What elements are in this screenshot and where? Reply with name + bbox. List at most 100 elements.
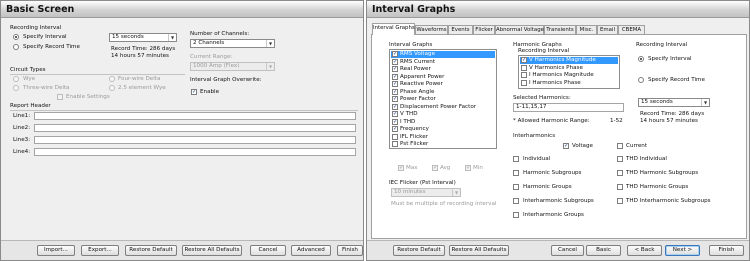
harmonic-list-item-checkbox[interactable]	[521, 79, 527, 86]
interharmonic-groups-label[interactable]: Interharmonic Groups	[523, 212, 584, 219]
chevron-down-icon[interactable]: ▼	[701, 99, 709, 106]
cancel-button[interactable]: Cancel	[551, 245, 584, 256]
restore-default-button[interactable]: Restore Default	[393, 245, 445, 256]
interharmonics-voltage-checkbox[interactable]: ✓	[563, 143, 569, 149]
graph-list-item-checkbox[interactable]: ✓	[392, 118, 398, 125]
tab-flicker[interactable]: Flicker	[473, 25, 495, 34]
tab-events[interactable]: Events	[448, 25, 473, 34]
graph-list-item-checkbox[interactable]: ✓	[392, 66, 398, 72]
interharmonic-subgroups-label[interactable]: Interharmonic Subgroups	[523, 198, 594, 205]
individual-checkbox[interactable]	[513, 156, 519, 162]
graph-list-item-checkbox[interactable]: ✓	[392, 73, 398, 80]
cancel-button[interactable]: Cancel	[250, 245, 286, 256]
restore-all-defaults-button[interactable]: Restore All Defaults	[449, 245, 509, 256]
thd-harmonic-subgroups-checkbox[interactable]	[617, 170, 623, 176]
harmonic-list-item[interactable]: I Harmonics Phase	[520, 79, 618, 87]
harmonic-groups-checkbox[interactable]	[513, 184, 519, 190]
graph-list-item-checkbox[interactable]: ✓	[392, 51, 398, 57]
advanced-button[interactable]: Advanced	[291, 245, 331, 256]
specify-interval-label[interactable]: Specify Interval	[23, 34, 67, 41]
graph-list-item[interactable]: ✓ RMS Voltage	[391, 51, 495, 58]
graph-list-item[interactable]: ✓ Frequency	[391, 126, 495, 133]
graph-list-item[interactable]: ✓ Power Factor	[391, 96, 495, 103]
graph-list-item[interactable]: ✓ Displacement Power Factor	[391, 103, 495, 111]
graph-list-item-checkbox[interactable]: ✓	[392, 58, 398, 65]
thd-harmonic-groups-label[interactable]: THD Harmonic Groups	[626, 184, 688, 191]
graph-list-item[interactable]: ✓ V THD	[391, 111, 495, 118]
harmonic-groups-label[interactable]: Harmonic Groups	[523, 184, 572, 191]
harmonic-list-item[interactable]: ✓ V Harmonics Magnitude	[520, 57, 618, 64]
graph-list-item[interactable]: ✓ I THD	[391, 118, 495, 126]
graph-list-item[interactable]: ✓ Apparent Power	[391, 73, 495, 81]
harmonic-list-item-checkbox[interactable]	[521, 64, 527, 71]
interval-graphs-list[interactable]: ✓ RMS Voltage ✓ RMS Current ✓ Real Power ✓ Appa…	[389, 49, 497, 149]
tab-cbema[interactable]: CBEMA	[618, 25, 645, 34]
individual-label[interactable]: Individual	[523, 156, 550, 163]
selected-harmonics-input[interactable]: 1-11,15,17	[513, 103, 624, 112]
tab-waveforms[interactable]: Waveforms	[415, 25, 448, 34]
channels-select[interactable]: 2 Channels ▼	[190, 39, 275, 48]
restore-default-button[interactable]: Restore Default	[125, 245, 177, 256]
harmonic-list-item[interactable]: V Harmonics Phase	[520, 64, 618, 72]
specify-record-time-label[interactable]: Specify Record Time	[23, 44, 80, 51]
harmonic-list-item-checkbox[interactable]	[521, 72, 527, 78]
graph-list-item[interactable]: ✓ Phase Angle	[391, 88, 495, 96]
line3-input[interactable]	[34, 136, 356, 144]
graph-list-item-checkbox[interactable]: ✓	[392, 126, 398, 132]
tab-transients[interactable]: Transients	[544, 25, 576, 34]
specify-interval-radio[interactable]	[638, 56, 644, 62]
line2-input[interactable]	[34, 124, 356, 132]
thd-individual-checkbox[interactable]	[617, 156, 623, 162]
harmonic-list-item[interactable]: I Harmonics Magnitude	[520, 72, 618, 79]
graph-list-item[interactable]: ✓ Real Power	[391, 66, 495, 73]
interharmonics-current-label[interactable]: Current	[626, 143, 647, 150]
finish-button[interactable]: Finish	[337, 245, 363, 256]
chevron-down-icon[interactable]: ▼	[168, 34, 176, 41]
graph-list-item-checkbox[interactable]: ✓	[392, 96, 398, 102]
line1-input[interactable]	[34, 112, 356, 120]
thd-interharmonic-subgroups-label[interactable]: THD Interharmonic Subgroups	[626, 198, 711, 205]
tab-abnormal-voltage[interactable]: Abnormal Voltage	[495, 25, 544, 34]
graph-list-item-checkbox[interactable]: ✓	[392, 88, 398, 95]
graph-list-item[interactable]: ✓ RMS Current	[391, 58, 495, 66]
specify-record-time-label[interactable]: Specify Record Time	[648, 77, 705, 84]
recording-interval-select[interactable]: 15 seconds ▼	[638, 98, 710, 107]
thd-harmonic-subgroups-label[interactable]: THD Harmonic Subgroups	[626, 170, 698, 177]
thd-interharmonic-subgroups-checkbox[interactable]	[617, 198, 623, 204]
interharmonic-groups-checkbox[interactable]	[513, 212, 519, 218]
graph-list-item-checkbox[interactable]	[392, 141, 398, 147]
harmonic-list-item-checkbox[interactable]: ✓	[521, 57, 527, 63]
import-button[interactable]: Import...	[37, 245, 75, 256]
specify-interval-radio[interactable]	[13, 34, 19, 40]
specify-record-time-radio[interactable]	[13, 44, 19, 50]
line4-input[interactable]	[34, 148, 356, 156]
overwrite-enable-checkbox[interactable]: ✓	[191, 89, 197, 95]
recording-interval-select[interactable]: 15 seconds ▼	[109, 33, 177, 42]
basic-button[interactable]: Basic	[586, 245, 621, 256]
next-button[interactable]: Next >	[665, 245, 700, 256]
graph-list-item[interactable]: ✓ Reactive Power	[391, 81, 495, 88]
harmonic-graphs-list[interactable]: ✓ V Harmonics Magnitude V Harmonics Phase I…	[518, 55, 620, 89]
harmonic-subgroups-checkbox[interactable]	[513, 170, 519, 176]
harmonic-subgroups-label[interactable]: Harmonic Subgroups	[523, 170, 581, 177]
graph-list-item-checkbox[interactable]: ✓	[392, 103, 398, 110]
finish-button[interactable]: Finish	[709, 245, 744, 256]
interharmonic-subgroups-checkbox[interactable]	[513, 198, 519, 204]
chevron-down-icon[interactable]: ▼	[266, 40, 274, 47]
specify-record-time-radio[interactable]	[638, 77, 644, 83]
export-button[interactable]: Export...	[81, 245, 119, 256]
graph-list-item-checkbox[interactable]: ✓	[392, 111, 398, 117]
specify-interval-label[interactable]: Specify Interval	[648, 56, 692, 63]
tab-misc[interactable]: Misc.	[576, 25, 597, 34]
interharmonics-current-checkbox[interactable]	[617, 143, 623, 149]
tab-interval-graphs[interactable]: Interval Graphs	[372, 23, 415, 35]
thd-harmonic-groups-checkbox[interactable]	[617, 184, 623, 190]
overwrite-enable-label[interactable]: Enable	[200, 89, 219, 96]
back-button[interactable]: < Back	[627, 245, 662, 256]
graph-list-item[interactable]: Pst Flicker	[391, 141, 495, 148]
graph-list-item[interactable]: IFL Flicker	[391, 133, 495, 141]
interharmonics-voltage-label[interactable]: Voltage	[572, 143, 593, 150]
restore-all-defaults-button[interactable]: Restore All Defaults	[182, 245, 242, 256]
graph-list-item-checkbox[interactable]: ✓	[392, 81, 398, 87]
tab-email[interactable]: Email	[597, 25, 618, 34]
